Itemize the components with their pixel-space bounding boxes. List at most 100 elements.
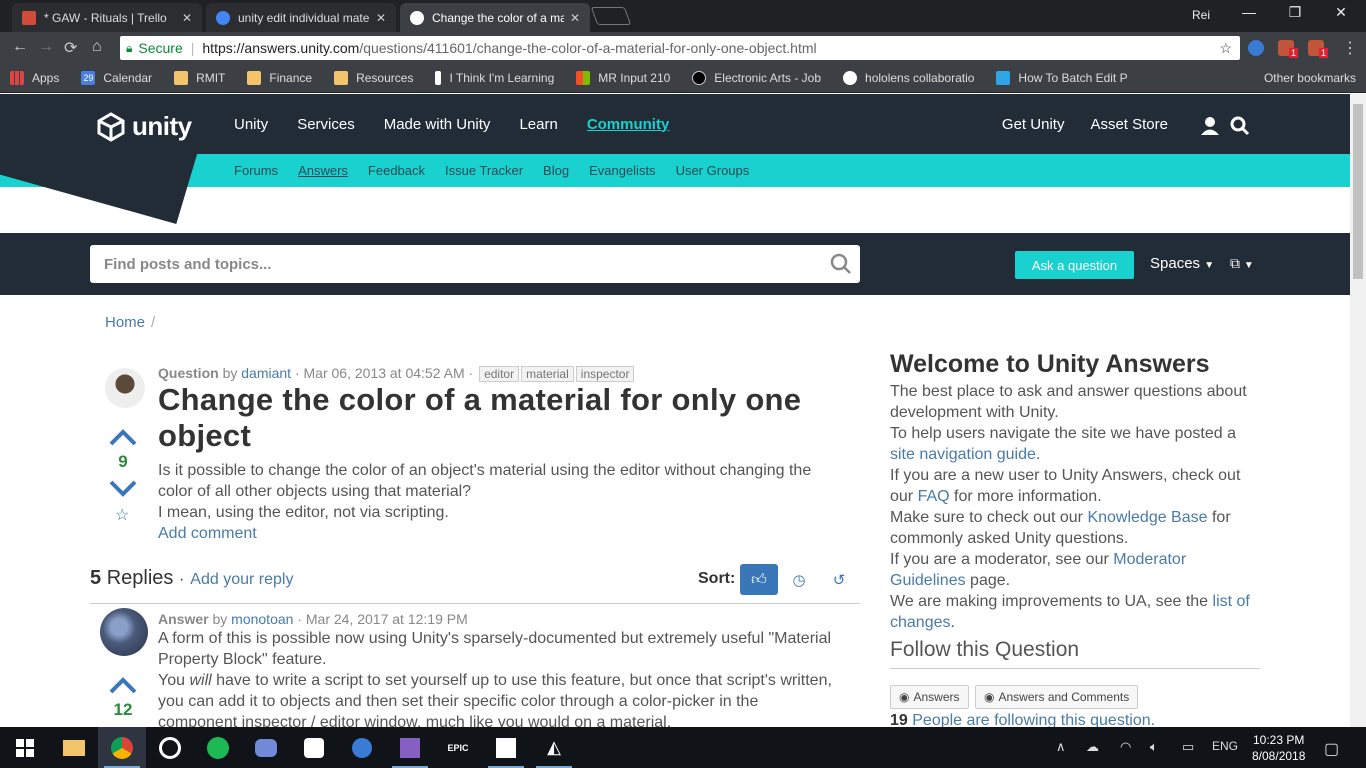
- question-author-link[interactable]: damiant: [241, 365, 291, 381]
- volume-icon[interactable]: 🔈︎: [1150, 739, 1158, 755]
- spaces-dropdown[interactable]: Spaces ▼: [1150, 255, 1214, 272]
- subnav-feedback[interactable]: Feedback: [368, 163, 425, 178]
- tab-google-search[interactable]: unity edit individual mate ✕: [206, 3, 396, 32]
- bookmark-batch-edit[interactable]: How To Batch Edit P: [996, 71, 1128, 85]
- question-body: Is it possible to change the color of an…: [158, 460, 838, 544]
- bookmark-star-icon[interactable]: ☆: [1219, 40, 1232, 57]
- user-icon[interactable]: [1200, 116, 1220, 136]
- steam-icon[interactable]: [146, 727, 194, 768]
- maps-icon[interactable]: [338, 727, 386, 768]
- bookmark-ea[interactable]: Electronic Arts - Job: [692, 71, 821, 85]
- profile-name[interactable]: Rei: [1192, 8, 1210, 22]
- nav-unity[interactable]: Unity: [234, 116, 268, 133]
- unity-logo[interactable]: unity: [96, 111, 192, 142]
- subnav-forums[interactable]: Forums: [234, 163, 278, 178]
- tab-trello[interactable]: * GAW - Rituals | Trello ✕: [12, 3, 202, 32]
- downvote-icon[interactable]: [108, 480, 138, 498]
- sort-by-oldest-button[interactable]: ↺: [820, 564, 858, 595]
- slack-icon[interactable]: [290, 727, 338, 768]
- ask-question-button[interactable]: Ask a question: [1015, 251, 1134, 279]
- follow-answers-button[interactable]: ◉ Answers: [890, 685, 969, 709]
- battery-icon[interactable]: ▭: [1182, 739, 1194, 755]
- file-explorer-icon[interactable]: [50, 727, 98, 768]
- bookmark-rmit[interactable]: RMIT: [174, 71, 225, 85]
- search-icon[interactable]: [830, 253, 852, 275]
- maximize-icon[interactable]: ❐: [1272, 4, 1318, 21]
- follow-answers-comments-button[interactable]: ◉ Answers and Comments: [975, 685, 1139, 709]
- close-icon[interactable]: ✕: [570, 11, 580, 25]
- search-input[interactable]: [104, 255, 804, 273]
- trello-icon: [435, 71, 442, 85]
- knowledge-base-link[interactable]: Knowledge Base: [1087, 509, 1207, 526]
- nav-get-unity[interactable]: Get Unity: [1002, 116, 1065, 133]
- subnav-blog[interactable]: Blog: [543, 163, 569, 178]
- bookmark-finance[interactable]: Finance: [247, 71, 312, 85]
- reload-icon[interactable]: ⟳: [64, 38, 77, 58]
- minimize-icon[interactable]: —: [1226, 4, 1272, 20]
- followers-link[interactable]: People are following this question.: [912, 712, 1155, 727]
- close-icon[interactable]: ✕: [182, 11, 192, 25]
- spotify-icon[interactable]: [194, 727, 242, 768]
- tag-material[interactable]: material: [521, 366, 574, 382]
- upvote-icon[interactable]: [108, 676, 138, 694]
- new-tab-button[interactable]: [590, 7, 632, 25]
- subnav-user-groups[interactable]: User Groups: [676, 163, 750, 178]
- home-icon[interactable]: ⌂: [92, 38, 102, 56]
- epic-games-icon[interactable]: EPIC: [434, 727, 482, 768]
- answer-author-link[interactable]: monotoan: [231, 611, 293, 627]
- search-icon[interactable]: [1230, 116, 1250, 136]
- bookmark-label: Resources: [356, 71, 414, 85]
- notifications-icon[interactable]: ▢: [1324, 739, 1339, 759]
- nav-services[interactable]: Services: [297, 116, 355, 133]
- faq-link[interactable]: FAQ: [918, 488, 950, 505]
- question-author-avatar[interactable]: [105, 368, 145, 408]
- menu-icon[interactable]: ⋮: [1342, 38, 1358, 58]
- scrollbar-thumb[interactable]: [1353, 104, 1363, 279]
- tray-expand-icon[interactable]: ∧: [1056, 739, 1066, 755]
- bookmark-hololens[interactable]: hololens collaboratio: [843, 71, 974, 85]
- back-icon[interactable]: ←: [12, 38, 28, 56]
- discord-icon[interactable]: [242, 727, 290, 768]
- nav-learn[interactable]: Learn: [519, 116, 557, 133]
- favorite-star-icon[interactable]: ☆: [115, 505, 129, 525]
- bookmark-learning[interactable]: I Think I'm Learning: [435, 71, 554, 85]
- subnav-answers[interactable]: Answers: [298, 163, 348, 178]
- forward-icon[interactable]: →: [38, 38, 54, 56]
- extension-globe-icon[interactable]: [1248, 40, 1264, 56]
- visual-studio-icon[interactable]: [386, 727, 434, 768]
- breadcrumb-home[interactable]: Home: [105, 314, 145, 331]
- tab-unity-answers[interactable]: Change the color of a ma ✕: [400, 3, 590, 32]
- tag-editor[interactable]: editor: [479, 366, 520, 382]
- unity-editor-icon[interactable]: ◭: [530, 727, 578, 768]
- close-icon[interactable]: ✕: [376, 11, 386, 25]
- sort-by-newest-button[interactable]: ◷: [780, 564, 818, 595]
- subnav-evangelists[interactable]: Evangelists: [589, 163, 655, 178]
- wifi-icon[interactable]: ◠: [1120, 739, 1131, 755]
- clock[interactable]: 10:23 PM 8/08/2018: [1252, 732, 1305, 764]
- sitemap-dropdown[interactable]: ⧉ ▼: [1230, 255, 1254, 272]
- add-comment-link[interactable]: Add comment: [158, 523, 838, 544]
- page-scrollbar[interactable]: [1350, 94, 1366, 727]
- unity-hub-icon[interactable]: [482, 727, 530, 768]
- upvote-icon[interactable]: [108, 428, 138, 446]
- chrome-icon[interactable]: [98, 727, 146, 768]
- other-bookmarks[interactable]: Other bookmarks: [1242, 71, 1356, 85]
- bookmark-apps[interactable]: Apps: [10, 71, 59, 85]
- bookmark-mr-input[interactable]: MR Input 210: [576, 71, 670, 85]
- nav-community[interactable]: Community: [587, 116, 670, 133]
- close-window-icon[interactable]: ✕: [1318, 4, 1364, 21]
- language-indicator[interactable]: ENG: [1212, 739, 1238, 753]
- onedrive-icon[interactable]: ☁: [1086, 739, 1099, 755]
- add-reply-link[interactable]: Add your reply: [190, 571, 293, 588]
- bookmark-resources[interactable]: Resources: [334, 71, 413, 85]
- nav-made-with-unity[interactable]: Made with Unity: [384, 116, 491, 133]
- sort-by-votes-button[interactable]: 👍︎: [740, 564, 778, 595]
- nav-asset-store[interactable]: Asset Store: [1090, 116, 1168, 133]
- site-navigation-guide-link[interactable]: site navigation guide: [890, 446, 1036, 463]
- windows-start-icon[interactable]: [16, 739, 34, 757]
- subnav-issue-tracker[interactable]: Issue Tracker: [445, 163, 523, 178]
- omnibox[interactable]: 🔒︎ Secure | https://answers.unity.com/qu…: [120, 36, 1240, 60]
- answer-author-avatar[interactable]: [100, 608, 148, 656]
- bookmark-calendar[interactable]: 29 Calendar: [81, 71, 152, 85]
- tag-inspector[interactable]: inspector: [575, 366, 635, 382]
